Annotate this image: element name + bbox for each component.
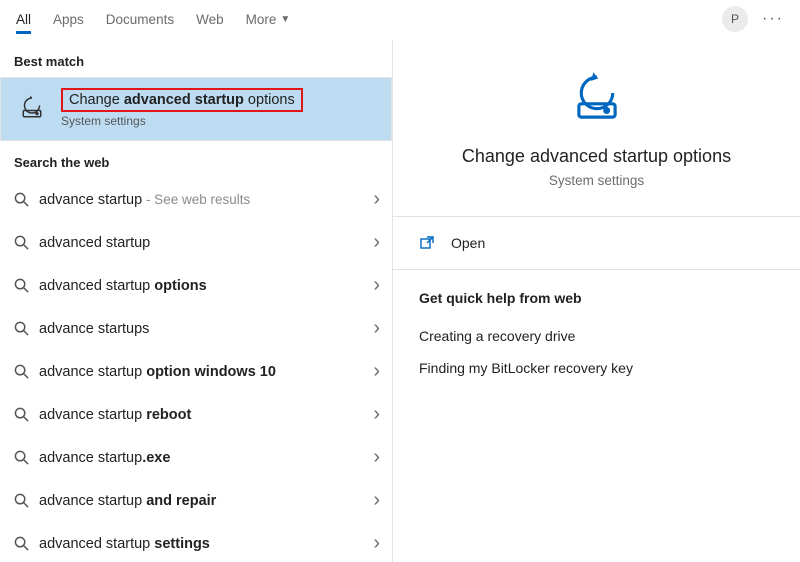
header-right: P ··· bbox=[722, 6, 784, 32]
highlight-box: Change advanced startup options bbox=[61, 88, 303, 112]
link-text: Finding my BitLocker recovery key bbox=[419, 360, 633, 376]
open-action[interactable]: Open bbox=[393, 217, 800, 270]
quick-help-link[interactable]: Finding my BitLocker recovery key bbox=[419, 352, 774, 384]
more-options-button[interactable]: ··· bbox=[762, 10, 784, 28]
search-icon bbox=[14, 278, 29, 293]
best-match-subtitle: System settings bbox=[61, 114, 303, 128]
results-panel: Best match Change advanced startup optio… bbox=[0, 40, 392, 562]
chevron-right-icon: › bbox=[373, 231, 380, 254]
best-match-label: Best match bbox=[0, 40, 392, 77]
best-match-item[interactable]: Change advanced startup options System s… bbox=[0, 77, 392, 141]
user-avatar[interactable]: P bbox=[722, 6, 748, 32]
chevron-down-icon: ▼ bbox=[280, 14, 290, 25]
chevron-right-icon: › bbox=[373, 532, 380, 555]
search-header: All Apps Documents Web More ▼ P ··· bbox=[0, 0, 800, 40]
web-result-item[interactable]: advance startup - See web results › bbox=[0, 178, 392, 221]
tab-all[interactable]: All bbox=[16, 12, 31, 34]
chevron-right-icon: › bbox=[373, 489, 380, 512]
search-icon bbox=[14, 493, 29, 508]
tab-label: Apps bbox=[53, 12, 84, 27]
result-text: advance startup.exe bbox=[39, 450, 363, 466]
web-result-item[interactable]: advance startup reboot › bbox=[0, 393, 392, 436]
avatar-letter: P bbox=[731, 12, 739, 26]
search-icon bbox=[14, 192, 29, 207]
title-post: options bbox=[244, 92, 295, 108]
chevron-right-icon: › bbox=[373, 274, 380, 297]
web-result-item[interactable]: advanced startup › bbox=[0, 221, 392, 264]
result-text: advance startups bbox=[39, 321, 363, 337]
tab-label: All bbox=[16, 12, 31, 27]
search-icon bbox=[14, 321, 29, 336]
web-result-item[interactable]: advanced startup settings › bbox=[0, 522, 392, 562]
best-match-title: Change advanced startup options bbox=[69, 92, 295, 108]
search-icon bbox=[14, 364, 29, 379]
result-text: advance startup reboot bbox=[39, 407, 363, 423]
link-text: Creating a recovery drive bbox=[419, 328, 575, 344]
recovery-icon-large bbox=[568, 70, 626, 128]
detail-header: Change advanced startup options System s… bbox=[393, 40, 800, 217]
tab-label: Documents bbox=[106, 12, 174, 27]
title-bold: advanced startup bbox=[124, 92, 244, 108]
chevron-right-icon: › bbox=[373, 317, 380, 340]
header-tabs: All Apps Documents Web More ▼ bbox=[16, 12, 290, 27]
open-icon bbox=[419, 235, 437, 251]
result-text: advanced startup bbox=[39, 235, 363, 251]
result-text: advance startup - See web results bbox=[39, 192, 363, 208]
quick-help-section: Get quick help from web Creating a recov… bbox=[393, 270, 800, 404]
chevron-right-icon: › bbox=[373, 446, 380, 469]
detail-subtitle: System settings bbox=[549, 173, 644, 188]
search-icon bbox=[14, 235, 29, 250]
quick-help-link[interactable]: Creating a recovery drive bbox=[419, 320, 774, 352]
title-pre: Change bbox=[69, 92, 124, 108]
detail-title: Change advanced startup options bbox=[462, 146, 731, 167]
best-match-text: Change advanced startup options System s… bbox=[61, 88, 303, 128]
detail-panel: Change advanced startup options System s… bbox=[392, 40, 800, 562]
web-result-item[interactable]: advance startup and repair › bbox=[0, 479, 392, 522]
tab-apps[interactable]: Apps bbox=[53, 12, 84, 27]
quick-help-title: Get quick help from web bbox=[419, 290, 774, 306]
search-icon bbox=[14, 536, 29, 551]
chevron-right-icon: › bbox=[373, 360, 380, 383]
web-result-item[interactable]: advanced startup options › bbox=[0, 264, 392, 307]
tab-label: Web bbox=[196, 12, 224, 27]
tab-more[interactable]: More ▼ bbox=[246, 12, 291, 27]
search-icon bbox=[14, 407, 29, 422]
open-label: Open bbox=[451, 235, 485, 251]
web-result-item[interactable]: advance startup option windows 10 › bbox=[0, 350, 392, 393]
chevron-right-icon: › bbox=[373, 403, 380, 426]
result-text: advanced startup settings bbox=[39, 536, 363, 552]
search-icon bbox=[14, 450, 29, 465]
web-results-list: advance startup - See web results›advanc… bbox=[0, 178, 392, 562]
chevron-right-icon: › bbox=[373, 188, 380, 211]
main-area: Best match Change advanced startup optio… bbox=[0, 40, 800, 562]
result-text: advanced startup options bbox=[39, 278, 363, 294]
result-text: advance startup and repair bbox=[39, 493, 363, 509]
tab-label: More bbox=[246, 12, 277, 27]
search-web-label: Search the web bbox=[0, 141, 392, 178]
recovery-icon bbox=[15, 91, 49, 125]
web-result-item[interactable]: advance startup.exe › bbox=[0, 436, 392, 479]
web-result-item[interactable]: advance startups › bbox=[0, 307, 392, 350]
tab-web[interactable]: Web bbox=[196, 12, 224, 27]
tab-documents[interactable]: Documents bbox=[106, 12, 174, 27]
result-text: advance startup option windows 10 bbox=[39, 364, 363, 380]
